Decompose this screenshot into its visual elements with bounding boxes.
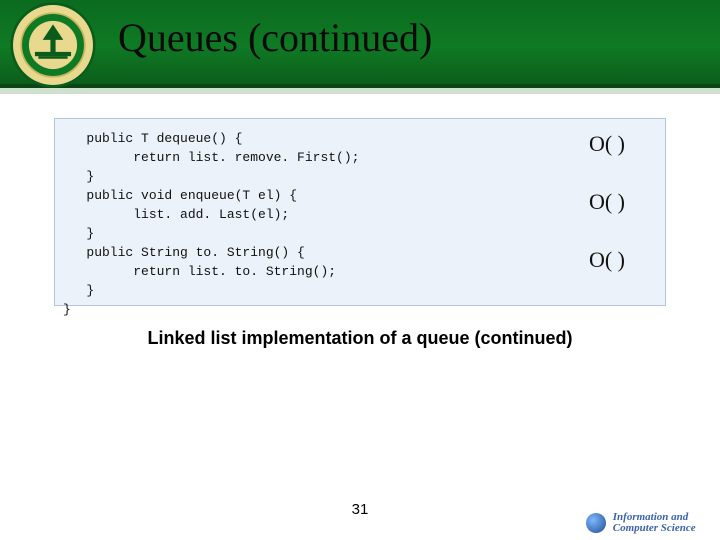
- university-logo: [10, 2, 96, 88]
- code-block: public T dequeue() { return list. remove…: [54, 118, 666, 306]
- complexity-label-3: O( ): [589, 247, 625, 273]
- footer-text: Information andComputer Science: [613, 512, 696, 534]
- complexity-label-1: O( ): [589, 131, 625, 157]
- footer-logo: Information andComputer Science: [586, 512, 708, 534]
- complexity-label-2: O( ): [589, 189, 625, 215]
- scs-globe-icon: [586, 513, 606, 533]
- slide-title: Queues (continued): [118, 14, 432, 61]
- slide-header: Queues (continued): [0, 0, 720, 88]
- figure-caption: Linked list implementation of a queue (c…: [0, 328, 720, 349]
- code-text: public T dequeue() { return list. remove…: [63, 129, 657, 319]
